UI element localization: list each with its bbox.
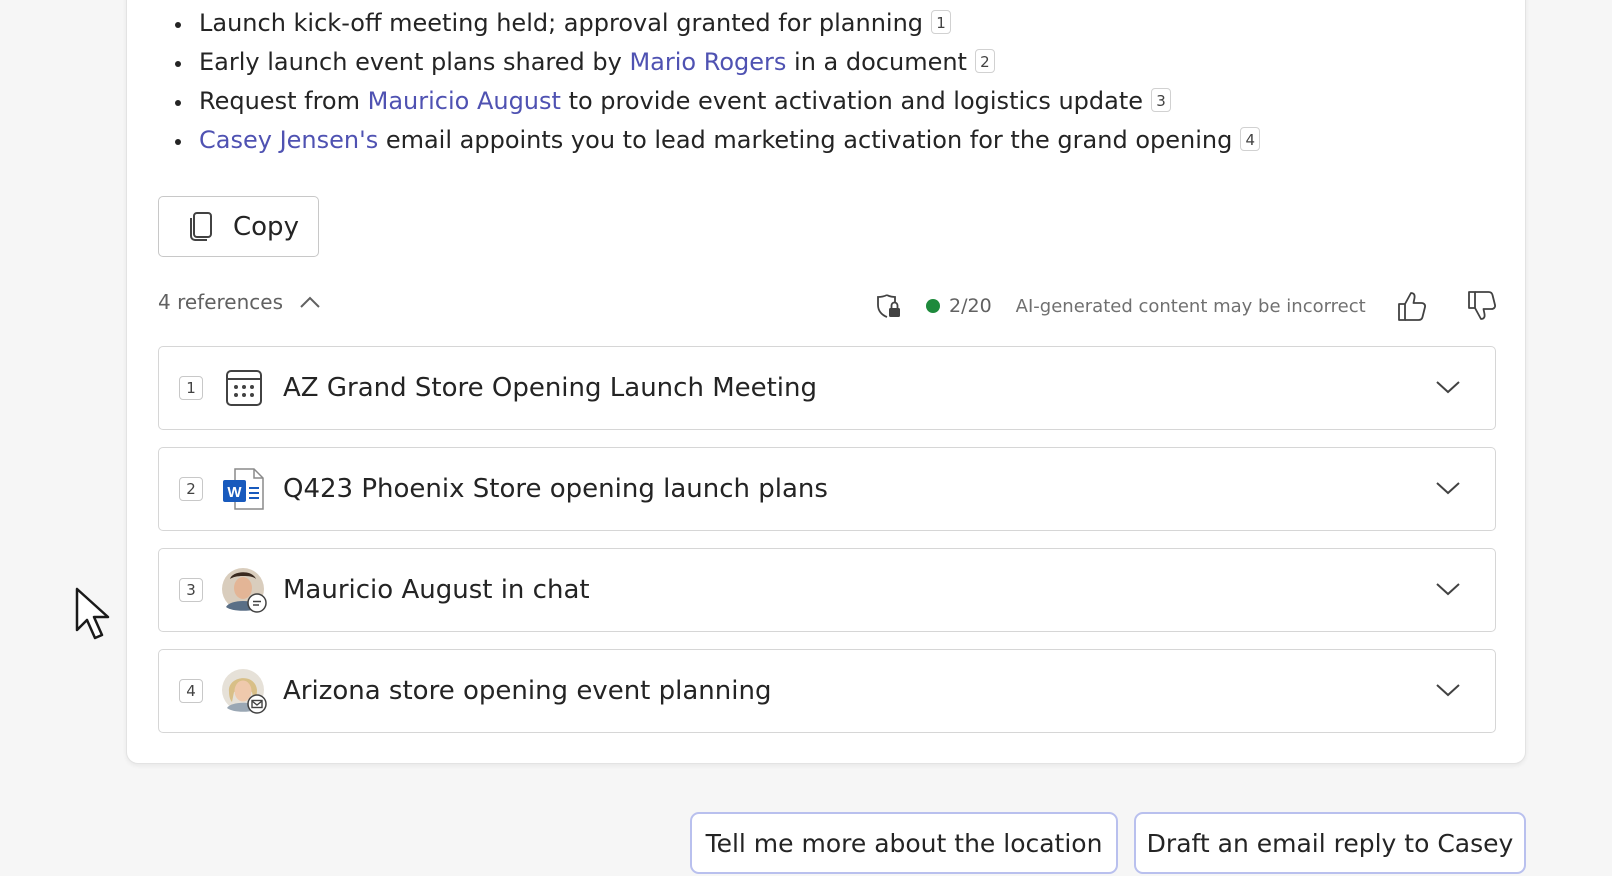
citation-badge[interactable]: 2	[974, 49, 995, 73]
bullet-text: Early launch event plans shared by	[199, 48, 630, 76]
copy-button[interactable]: Copy	[158, 196, 319, 257]
bullet-text: to provide event activation and logistic…	[560, 87, 1144, 115]
reference-title: Arizona store opening event planning	[283, 676, 772, 706]
ai-disclaimer: AI-generated content may be incorrect	[1015, 295, 1366, 317]
word-document-icon: W	[223, 468, 264, 510]
reference-number: 3	[179, 578, 203, 602]
person-link-mario-rogers[interactable]: Mario Rogers	[629, 48, 786, 76]
reference-number: 1	[179, 376, 203, 400]
chevron-up-icon	[300, 296, 320, 308]
chevron-down-icon[interactable]	[1435, 480, 1461, 496]
reference-title: Mauricio August in chat	[283, 575, 590, 605]
chevron-down-icon[interactable]	[1435, 581, 1461, 597]
usage-count: 2/20	[949, 295, 992, 317]
bullet-text: in a document	[786, 48, 967, 76]
citation-badge[interactable]: 1	[931, 10, 952, 34]
reference-number: 2	[179, 477, 203, 501]
avatar-email-icon	[222, 669, 267, 714]
thumbs-down-icon[interactable]	[1466, 289, 1498, 323]
reference-item-4[interactable]: 4 Arizona store opening event planning	[158, 649, 1496, 733]
bullet-text: email appoints you to lead marketing act…	[378, 126, 1233, 154]
summary-bullet: Casey Jensen's email appoints you to lea…	[170, 121, 1261, 160]
citation-badge[interactable]: 3	[1151, 88, 1172, 112]
summary-bullet: Early launch event plans shared by Mario…	[170, 43, 1260, 82]
bullet-text: Launch kick-off meeting held; approval g…	[199, 9, 924, 37]
thumbs-up-icon[interactable]	[1396, 289, 1428, 323]
person-link-mauricio-august[interactable]: Mauricio August	[368, 87, 561, 115]
citation-badge[interactable]: 4	[1240, 127, 1261, 151]
reference-title: AZ Grand Store Opening Launch Meeting	[283, 373, 818, 403]
bullet-text: Request from	[199, 87, 368, 115]
shield-lock-icon[interactable]	[874, 292, 902, 320]
references-count-label: 4 references	[158, 290, 283, 314]
suggestion-draft-email-reply[interactable]: Draft an email reply to Casey	[1134, 812, 1526, 874]
copy-icon	[190, 211, 212, 241]
person-link-casey-jensen[interactable]: Casey Jensen's	[199, 126, 378, 154]
summary-bullet: Request from Mauricio August to provide …	[170, 82, 1260, 121]
chevron-down-icon[interactable]	[1435, 379, 1461, 395]
copy-button-label: Copy	[233, 211, 299, 242]
summary-bullet: Launch kick-off meeting held; approval g…	[170, 4, 1260, 43]
reference-title: Q423 Phoenix Store opening launch plans	[283, 474, 828, 504]
chevron-down-icon[interactable]	[1435, 682, 1461, 698]
reference-item-3[interactable]: 3 Mauricio August in chat	[158, 548, 1496, 632]
reference-number: 4	[179, 679, 203, 703]
suggestion-tell-me-more-location[interactable]: Tell me more about the location	[690, 812, 1118, 874]
summary-list: Launch kick-off meeting held; approval g…	[170, 4, 1261, 160]
references-toggle[interactable]: 4 references	[158, 290, 321, 314]
avatar-chat-icon	[222, 568, 267, 613]
response-status-bar: 2/20 AI-generated content may be incorre…	[874, 288, 1498, 324]
mouse-pointer-icon	[75, 587, 110, 640]
reference-item-1[interactable]: 1 AZ Grand Store Opening Launch Meeting	[158, 346, 1496, 430]
calendar-icon	[226, 370, 262, 406]
usage-status-dot	[926, 299, 940, 313]
svg-text:W: W	[227, 484, 242, 501]
reference-item-2[interactable]: 2 W Q423 Phoenix Store opening launch pl…	[158, 447, 1496, 531]
